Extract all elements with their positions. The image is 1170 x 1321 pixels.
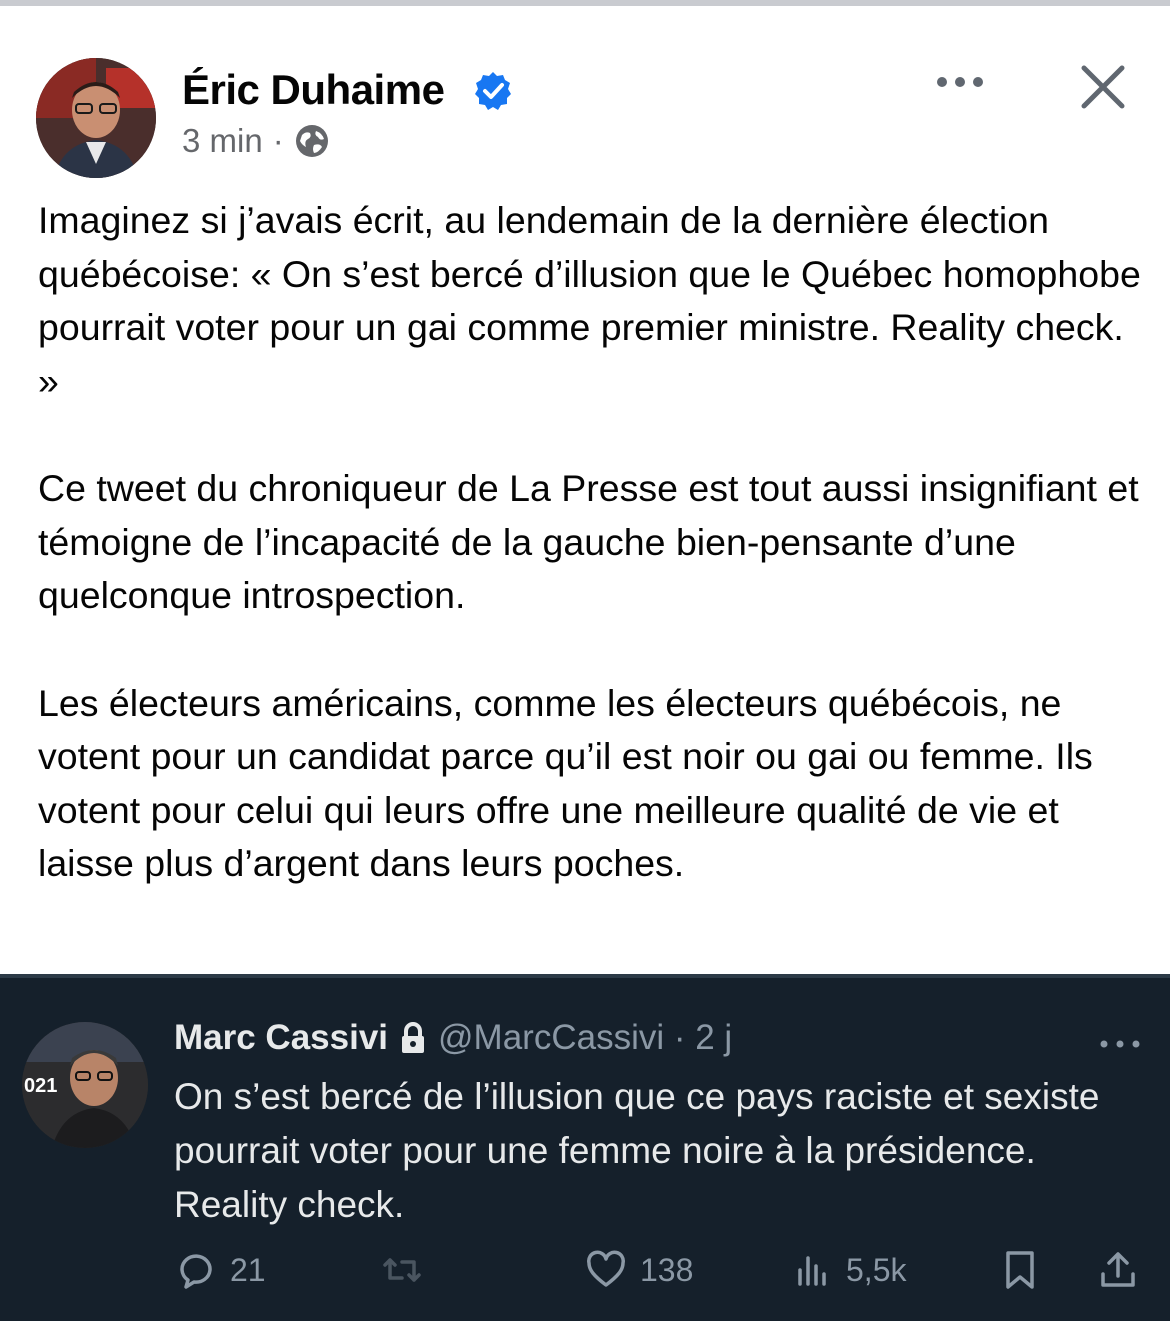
share-icon	[1101, 1252, 1135, 1287]
author-avatar[interactable]	[36, 58, 156, 178]
post-paragraph: Ce tweet du chroniqueur de La Presse est…	[38, 467, 1139, 616]
tweet-action-bar: 21 138 5,5k	[0, 1248, 1170, 1308]
post-paragraph: Imaginez si j’avais écrit, au lendemain …	[38, 199, 1141, 402]
bookmark-icon	[1006, 1251, 1034, 1289]
post-meta: 3 min ·	[182, 122, 330, 160]
tweet-text: On s’est bercé de l’illusion que ce pays…	[174, 1076, 1100, 1225]
embedded-tweet[interactable]: 021 Marc Cassivi @MarcCassivi · 2 j On s…	[0, 974, 1170, 1321]
tweet-avatar-text: 021	[24, 1075, 57, 1097]
retweet-button[interactable]	[380, 1248, 424, 1292]
tweet-avatar[interactable]: 021	[22, 1022, 148, 1148]
reply-button[interactable]: 21	[174, 1248, 266, 1292]
tweet-header: Marc Cassivi @MarcCassivi · 2 j	[174, 1018, 732, 1058]
views-icon	[798, 1256, 826, 1286]
tweet-author-name[interactable]: Marc Cassivi	[174, 1018, 388, 1058]
post-body: Imaginez si j’avais écrit, au lendemain …	[38, 194, 1148, 891]
meta-separator: ·	[272, 122, 284, 159]
post-paragraph: Les électeurs américains, comme les élec…	[38, 681, 1093, 885]
reply-count: 21	[230, 1251, 266, 1288]
close-icon[interactable]	[1070, 54, 1136, 120]
lock-icon	[400, 1022, 426, 1054]
bookmark-button[interactable]	[998, 1248, 1042, 1292]
verified-badge-icon	[472, 70, 514, 112]
like-count: 138	[640, 1251, 694, 1288]
share-button[interactable]	[1096, 1248, 1140, 1292]
retweet-icon	[383, 1258, 421, 1282]
tweet-more-icon[interactable]	[1096, 1034, 1144, 1054]
reply-icon	[180, 1254, 212, 1289]
globe-icon	[294, 123, 330, 159]
more-options-icon[interactable]	[918, 60, 1002, 104]
like-button[interactable]: 138	[584, 1248, 693, 1292]
top-divider	[0, 0, 1170, 16]
post-time[interactable]: 3 min	[182, 122, 263, 160]
post-header: Éric Duhaime 3 min ·	[0, 16, 1170, 178]
author-name[interactable]: Éric Duhaime	[182, 66, 445, 114]
heart-icon	[587, 1250, 625, 1287]
views-button[interactable]: 5,5k	[790, 1248, 906, 1292]
views-count: 5,5k	[846, 1251, 907, 1288]
tweet-handle[interactable]: @MarcCassivi · 2 j	[438, 1018, 732, 1058]
